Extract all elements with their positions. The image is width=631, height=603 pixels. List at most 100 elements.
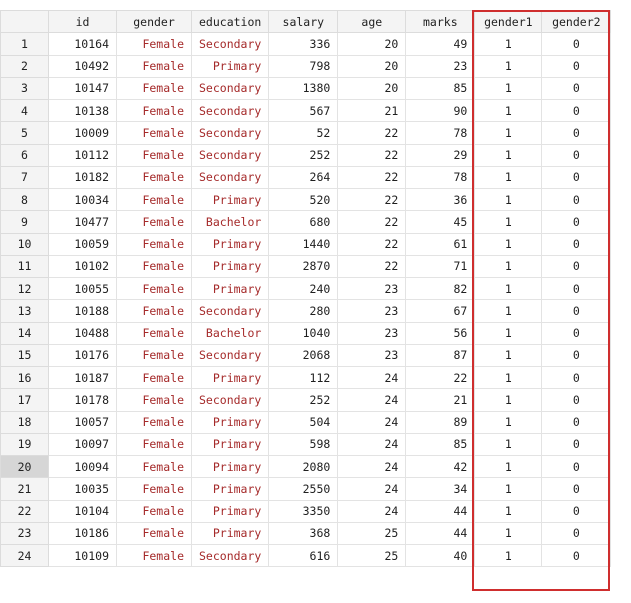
cell-gender[interactable]: Female — [116, 365, 192, 390]
row-number[interactable]: 24 — [0, 543, 49, 568]
cell-salary[interactable]: 504 — [268, 410, 339, 434]
row-number[interactable]: 5 — [0, 121, 49, 145]
column-header-gender1[interactable]: gender1 — [474, 9, 543, 34]
cell-id[interactable]: 10035 — [48, 477, 117, 501]
cell-gender2[interactable]: 0 — [541, 232, 612, 256]
cell-marks[interactable]: 71 — [405, 254, 476, 279]
table-row[interactable]: 6 10112 Female Secondary 252 22 29 1 0 — [0, 143, 612, 167]
cell-gender2[interactable]: 0 — [541, 143, 612, 167]
cell-education[interactable]: Primary — [190, 54, 270, 78]
cell-education[interactable]: Primary — [190, 187, 270, 212]
cell-gender1[interactable]: 1 — [474, 54, 543, 78]
cell-gender[interactable]: Female — [116, 32, 192, 56]
column-header-education[interactable]: education — [190, 9, 270, 34]
cell-salary[interactable]: 264 — [268, 165, 339, 190]
cell-salary[interactable]: 336 — [268, 32, 339, 56]
column-header-marks[interactable]: marks — [405, 9, 476, 34]
cell-id[interactable]: 10178 — [48, 388, 117, 412]
row-number[interactable]: 6 — [0, 143, 49, 167]
table-row[interactable]: 17 10178 Female Secondary 252 24 21 1 0 — [0, 388, 612, 412]
cell-gender1[interactable]: 1 — [474, 410, 543, 434]
cell-id[interactable]: 10138 — [48, 98, 117, 123]
cell-salary[interactable]: 2068 — [268, 343, 339, 368]
cell-salary[interactable]: 567 — [268, 98, 339, 123]
cell-gender2[interactable]: 0 — [541, 165, 612, 190]
cell-gender[interactable]: Female — [116, 343, 192, 368]
cell-salary[interactable]: 1040 — [268, 321, 339, 345]
cell-marks[interactable]: 45 — [405, 210, 476, 234]
cell-age[interactable]: 24 — [337, 454, 407, 479]
cell-salary[interactable]: 2870 — [268, 254, 339, 279]
cell-education[interactable]: Primary — [190, 254, 270, 279]
table-row[interactable]: 13 10188 Female Secondary 280 23 67 1 0 — [0, 299, 612, 323]
cell-marks[interactable]: 44 — [405, 499, 476, 523]
cell-age[interactable]: 23 — [337, 299, 407, 323]
cell-gender2[interactable]: 0 — [541, 388, 612, 412]
cell-gender1[interactable]: 1 — [474, 254, 543, 279]
cell-gender1[interactable]: 1 — [474, 454, 543, 479]
cell-marks[interactable]: 29 — [405, 143, 476, 167]
cell-gender1[interactable]: 1 — [474, 276, 543, 301]
cell-marks[interactable]: 85 — [405, 432, 476, 457]
table-row[interactable]: 22 10104 Female Primary 3350 24 44 1 0 — [0, 499, 612, 523]
cell-gender2[interactable]: 0 — [541, 98, 612, 123]
cell-gender1[interactable]: 1 — [474, 76, 543, 101]
row-number[interactable]: 3 — [0, 76, 49, 101]
cell-gender2[interactable]: 0 — [541, 343, 612, 368]
cell-marks[interactable]: 34 — [405, 477, 476, 501]
cell-salary[interactable]: 680 — [268, 210, 339, 234]
cell-id[interactable]: 10009 — [48, 121, 117, 145]
cell-gender1[interactable]: 1 — [474, 388, 543, 412]
cell-id[interactable]: 10057 — [48, 410, 117, 434]
cell-gender2[interactable]: 0 — [541, 254, 612, 279]
cell-gender1[interactable]: 1 — [474, 499, 543, 523]
table-row[interactable]: 21 10035 Female Primary 2550 24 34 1 0 — [0, 477, 612, 501]
row-number[interactable]: 17 — [0, 388, 49, 412]
cell-age[interactable]: 23 — [337, 343, 407, 368]
row-number[interactable]: 14 — [0, 321, 49, 345]
cell-salary[interactable]: 368 — [268, 521, 339, 546]
row-number[interactable]: 11 — [0, 254, 49, 279]
cell-gender2[interactable]: 0 — [541, 499, 612, 523]
cell-age[interactable]: 22 — [337, 254, 407, 279]
row-number[interactable]: 22 — [0, 499, 49, 523]
cell-id[interactable]: 10097 — [48, 432, 117, 457]
cell-education[interactable]: Secondary — [190, 143, 270, 167]
row-number[interactable]: 2 — [0, 54, 49, 78]
row-number[interactable]: 20 — [0, 454, 49, 479]
cell-age[interactable]: 24 — [337, 499, 407, 523]
cell-id[interactable]: 10488 — [48, 321, 117, 345]
table-row[interactable]: 10 10059 Female Primary 1440 22 61 1 0 — [0, 232, 612, 256]
cell-salary[interactable]: 1440 — [268, 232, 339, 256]
cell-id[interactable]: 10112 — [48, 143, 117, 167]
cell-gender[interactable]: Female — [116, 121, 192, 145]
cell-education[interactable]: Secondary — [190, 121, 270, 145]
cell-marks[interactable]: 85 — [405, 76, 476, 101]
cell-salary[interactable]: 52 — [268, 121, 339, 145]
cell-gender2[interactable]: 0 — [541, 432, 612, 457]
cell-salary[interactable]: 616 — [268, 543, 339, 568]
cell-education[interactable]: Secondary — [190, 32, 270, 56]
cell-salary[interactable]: 112 — [268, 365, 339, 390]
cell-education[interactable]: Bachelor — [190, 321, 270, 345]
cell-id[interactable]: 10147 — [48, 76, 117, 101]
cell-gender[interactable]: Female — [116, 543, 192, 568]
table-row[interactable]: 3 10147 Female Secondary 1380 20 85 1 0 — [0, 76, 612, 101]
cell-gender2[interactable]: 0 — [541, 54, 612, 78]
cell-gender1[interactable]: 1 — [474, 121, 543, 145]
row-number[interactable]: 23 — [0, 521, 49, 546]
cell-education[interactable]: Secondary — [190, 76, 270, 101]
cell-age[interactable]: 24 — [337, 388, 407, 412]
cell-age[interactable]: 23 — [337, 276, 407, 301]
table-row[interactable]: 24 10109 Female Secondary 616 25 40 1 0 — [0, 543, 612, 568]
cell-marks[interactable]: 44 — [405, 521, 476, 546]
table-row[interactable]: 20 10094 Female Primary 2080 24 42 1 0 — [0, 454, 612, 479]
cell-marks[interactable]: 87 — [405, 343, 476, 368]
cell-id[interactable]: 10059 — [48, 232, 117, 256]
cell-id[interactable]: 10492 — [48, 54, 117, 78]
table-row[interactable]: 2 10492 Female Primary 798 20 23 1 0 — [0, 54, 612, 78]
cell-age[interactable]: 22 — [337, 210, 407, 234]
cell-gender[interactable]: Female — [116, 187, 192, 212]
row-number[interactable]: 9 — [0, 210, 49, 234]
column-header-gender[interactable]: gender — [116, 9, 192, 34]
